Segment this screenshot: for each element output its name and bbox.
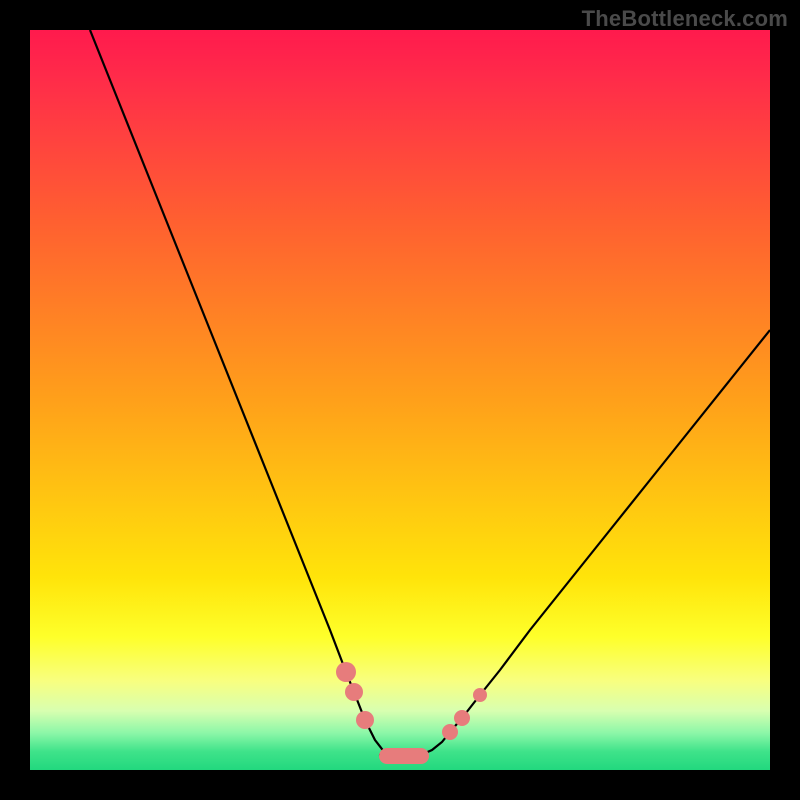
plot-area	[30, 30, 770, 770]
chart-frame: TheBottleneck.com	[0, 0, 800, 800]
valley-marker	[379, 748, 429, 764]
data-marker	[442, 724, 458, 740]
curve-left-branch	[90, 30, 385, 753]
data-marker	[454, 710, 470, 726]
data-marker	[473, 688, 487, 702]
marker-group	[336, 662, 487, 764]
data-marker	[356, 711, 374, 729]
attribution-label: TheBottleneck.com	[582, 6, 788, 32]
data-marker	[336, 662, 356, 682]
curve-svg	[30, 30, 770, 770]
data-marker	[345, 683, 363, 701]
